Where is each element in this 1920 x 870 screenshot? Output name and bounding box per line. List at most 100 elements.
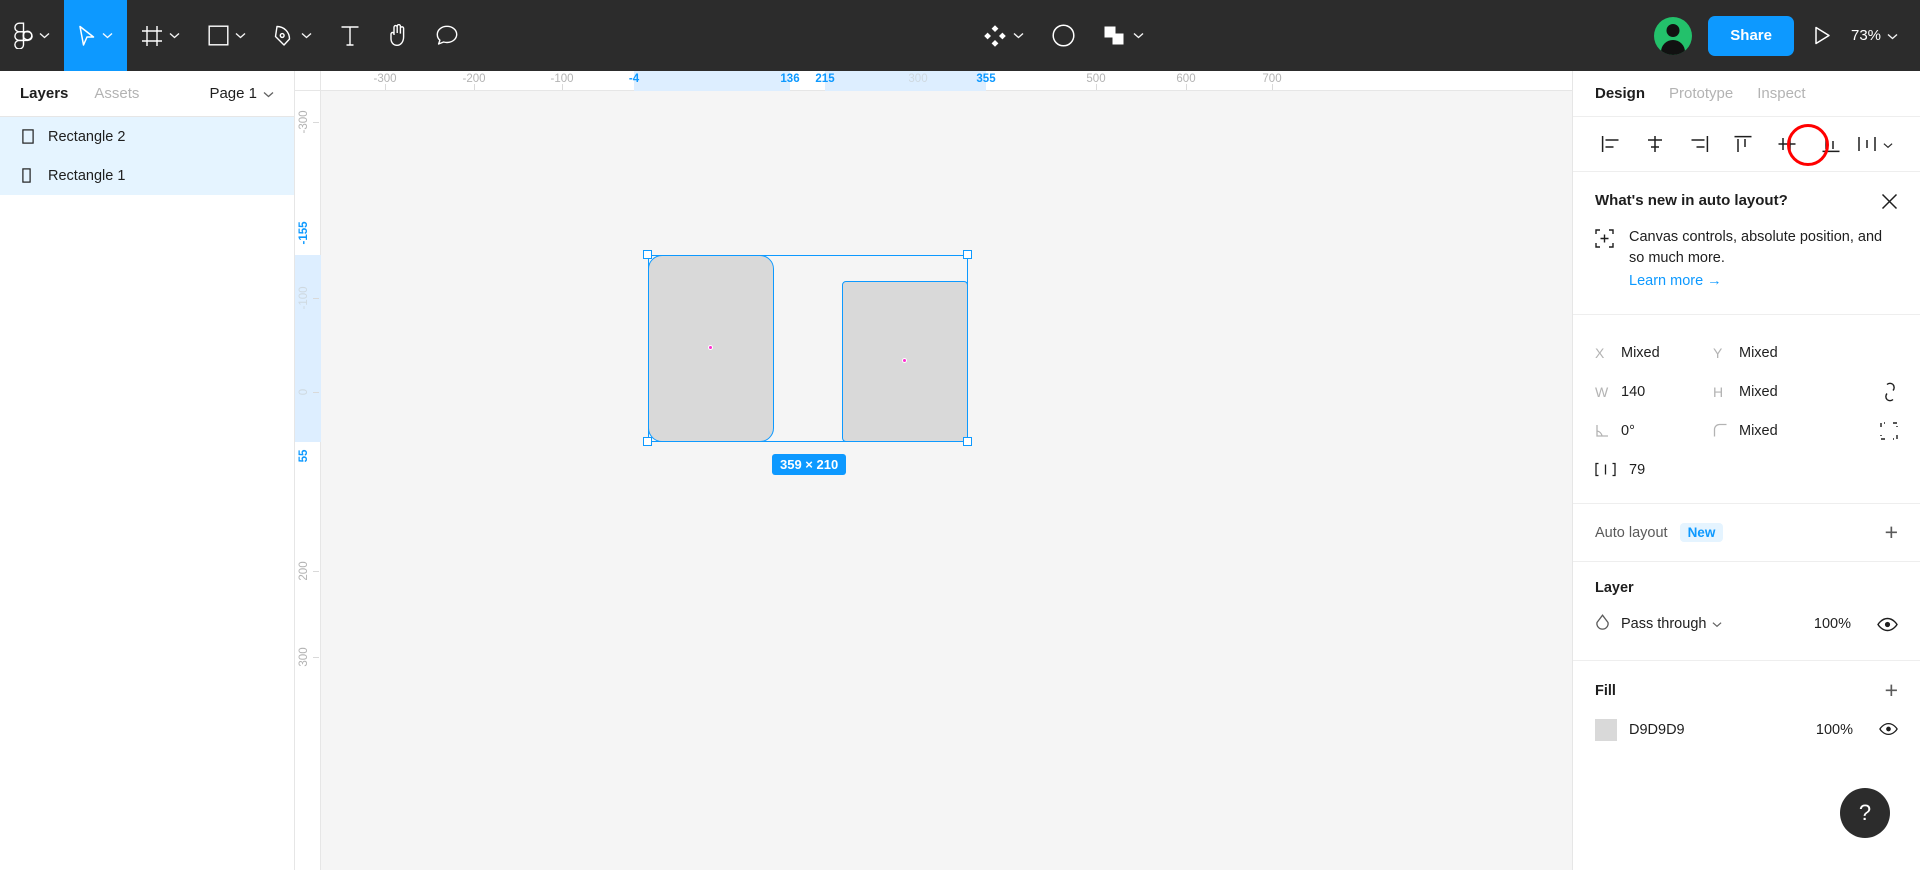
hand-tool-icon[interactable] [374, 0, 422, 71]
ruler-v-tick [313, 392, 319, 393]
rectangle-icon [22, 168, 48, 183]
shape-center-dot [707, 345, 713, 350]
align-top-icon[interactable] [1721, 124, 1765, 164]
canvas[interactable]: -300 -200 -100 -4 136 215 300 355 500 600 700 -300… [295, 71, 1572, 870]
layer-item-rectangle-2[interactable]: Rectangle 2 [0, 117, 294, 156]
frame-tool-icon[interactable] [127, 0, 194, 71]
corner-radius-field[interactable]: Mixed [1713, 423, 1831, 439]
figma-menu-icon[interactable] [0, 0, 64, 71]
shape-tool-icon[interactable] [194, 0, 260, 71]
fill-opacity-value[interactable]: 100% [1816, 722, 1853, 738]
ruler-v-label: -300 [298, 110, 310, 134]
ruler-h-tick [1272, 84, 1273, 90]
tab-assets[interactable]: Assets [94, 85, 139, 102]
tab-layers[interactable]: Layers [20, 85, 68, 102]
h-value[interactable]: Mixed [1739, 384, 1778, 400]
ruler-h-label: 355 [976, 73, 996, 85]
resize-handle[interactable] [643, 437, 652, 446]
resize-handle[interactable] [643, 250, 652, 259]
ruler-v-tick [313, 298, 319, 299]
fill-color-swatch[interactable] [1595, 719, 1617, 742]
horizontal-ruler[interactable]: -300 -200 -100 -4 136 215 300 355 500 600 700 [295, 71, 1572, 91]
align-horizontal-centers-icon[interactable] [1633, 124, 1677, 164]
chevron-down-icon [263, 85, 274, 102]
chevron-down-icon [1013, 32, 1024, 39]
ruler-h-tick [474, 84, 475, 90]
spacing-field[interactable]: 79 [1595, 462, 1713, 478]
comment-tool-icon[interactable] [422, 0, 472, 71]
align-bottom-icon[interactable] [1809, 124, 1853, 164]
distribute-icon[interactable] [1853, 124, 1897, 164]
close-icon[interactable] [1878, 190, 1900, 212]
auto-layout-label: Auto layout [1595, 524, 1668, 541]
blend-mode-icon [1595, 614, 1621, 634]
ruler-h-tick [1186, 84, 1187, 90]
page-name-label: Page 1 [209, 85, 257, 102]
layer-opacity-value[interactable]: 100% [1814, 616, 1851, 632]
corner-radius-value[interactable]: Mixed [1739, 423, 1778, 439]
ruler-v-label: -100 [298, 286, 310, 310]
mask-icon[interactable] [1038, 0, 1089, 71]
rotation-corner-row: 0° Mixed [1595, 411, 1898, 450]
ruler-v-tick [313, 122, 319, 123]
help-button[interactable]: ? [1840, 788, 1890, 838]
resize-handle[interactable] [963, 250, 972, 259]
ruler-v-label: 300 [298, 647, 310, 667]
vertical-ruler[interactable]: -300 -155 -100 0 55 200 300 [295, 91, 321, 870]
add-auto-layout-button[interactable]: + [1885, 521, 1898, 544]
move-tool-icon[interactable] [64, 0, 127, 71]
left-sidebar: Layers Assets Page 1 Rectangle 2 Rectang… [0, 71, 295, 870]
align-right-icon[interactable] [1677, 124, 1721, 164]
align-vertical-centers-icon[interactable] [1765, 124, 1809, 164]
fill-hex-value[interactable]: D9D9D9 [1629, 722, 1685, 738]
blend-mode-select[interactable]: Pass through [1621, 616, 1722, 632]
tab-design[interactable]: Design [1595, 85, 1645, 102]
alignment-toolbar [1573, 117, 1920, 172]
chevron-down-icon [1133, 32, 1144, 39]
pen-tool-icon[interactable] [260, 0, 326, 71]
align-left-icon[interactable] [1589, 124, 1633, 164]
layer-item-rectangle-1[interactable]: Rectangle 1 [0, 156, 294, 195]
ruler-corner [295, 71, 321, 91]
spacing-value[interactable]: 79 [1629, 462, 1645, 478]
learn-more-link[interactable]: Learn more → [1629, 271, 1722, 292]
boolean-union-icon[interactable] [1089, 0, 1158, 71]
zoom-level-value: 73% [1850, 27, 1882, 44]
layer-label: Rectangle 1 [48, 167, 126, 184]
chevron-down-icon [1883, 136, 1893, 152]
y-value[interactable]: Mixed [1739, 345, 1778, 361]
ruler-selection-band [825, 71, 986, 91]
x-value[interactable]: Mixed [1621, 345, 1660, 361]
y-field[interactable]: Y Mixed [1713, 345, 1831, 361]
height-field[interactable]: H Mixed [1713, 384, 1831, 400]
h-label: H [1713, 383, 1724, 400]
whats-new-description: Canvas controls, absolute position, and … [1629, 229, 1883, 267]
position-row: X Mixed Y Mixed [1595, 333, 1898, 372]
components-icon[interactable] [969, 0, 1038, 71]
fill-visibility-eye-icon[interactable] [1879, 722, 1898, 739]
page-selector[interactable]: Page 1 [209, 85, 274, 102]
user-avatar[interactable] [1654, 16, 1693, 55]
rotation-value[interactable]: 0° [1621, 423, 1635, 439]
horizontal-spacing-icon [1595, 462, 1621, 477]
independent-corners-icon[interactable] [1880, 421, 1898, 440]
text-tool-icon[interactable] [326, 0, 374, 71]
layer-section: Layer Pass through 100% [1573, 562, 1920, 662]
w-value[interactable]: 140 [1621, 384, 1645, 400]
visibility-eye-icon[interactable] [1877, 617, 1898, 632]
selection-size-badge: 359 × 210 [772, 454, 847, 475]
top-toolbar: Share 73% [0, 0, 1920, 71]
ruler-h-tick [562, 84, 563, 90]
present-button[interactable] [1794, 26, 1851, 45]
x-field[interactable]: X Mixed [1595, 345, 1713, 361]
fill-section-title: Fill [1595, 682, 1616, 699]
constrain-proportions-icon[interactable] [1882, 382, 1898, 402]
resize-handle[interactable] [963, 437, 972, 446]
add-fill-button[interactable]: + [1885, 679, 1898, 702]
rotation-field[interactable]: 0° [1595, 423, 1713, 439]
width-field[interactable]: W 140 [1595, 384, 1713, 400]
zoom-control[interactable]: 73% [1851, 27, 1920, 44]
share-button[interactable]: Share [1708, 15, 1794, 56]
tab-prototype[interactable]: Prototype [1669, 85, 1733, 102]
tab-inspect[interactable]: Inspect [1757, 85, 1805, 102]
